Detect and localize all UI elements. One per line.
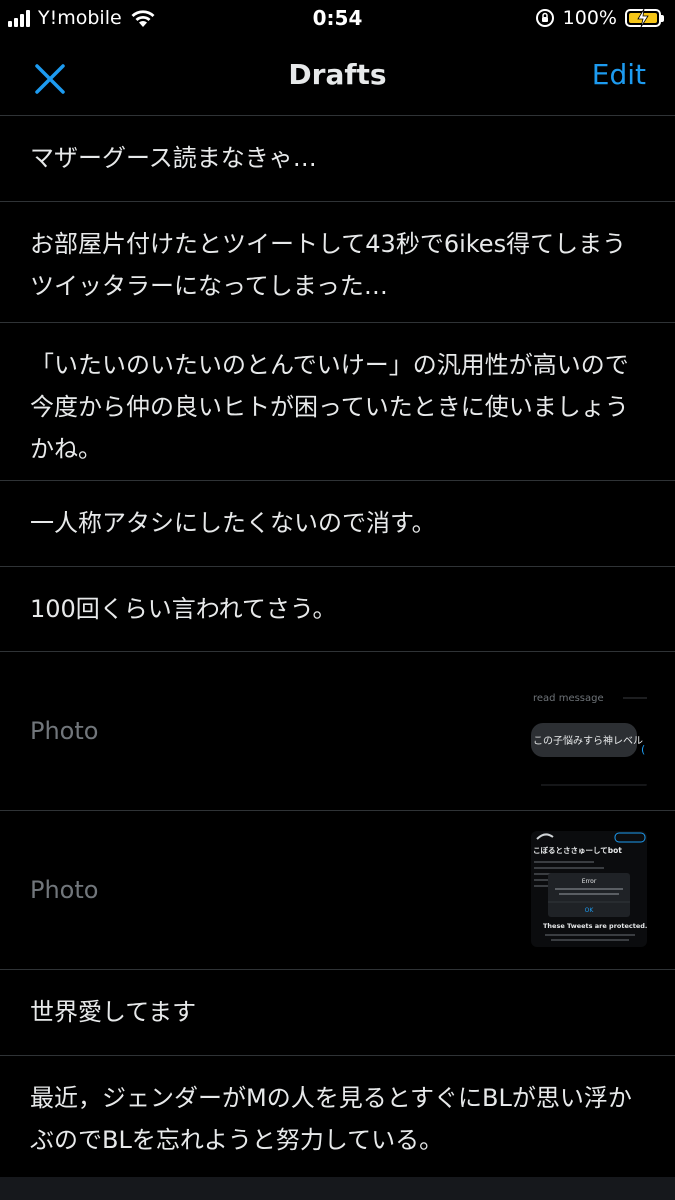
draft-text: 一人称アタシにしたくないので消す。 [30, 509, 436, 537]
draft-item-photo[interactable]: Photo read message この子悩みすら神レベル ( [0, 652, 675, 811]
draft-text: 100回くらい言われてさう。 [30, 595, 337, 623]
thumb-ok-text: OK [585, 907, 595, 914]
thumb-header-text: read message [533, 693, 604, 704]
draft-item[interactable]: 「いたいのいたいのとんでいけー」の汎用性が高いので今度から仲の良いヒトが困ってい… [0, 323, 675, 481]
bottom-strip [0, 1177, 675, 1200]
orientation-lock-icon [535, 9, 554, 27]
draft-item[interactable]: マザーグース読まなきゃ… [0, 116, 675, 202]
draft-item[interactable]: 一人称アタシにしたくないので消す。 [0, 481, 675, 567]
thumb-error-title: Error [582, 878, 597, 885]
svg-text:(: ( [641, 743, 645, 756]
nav-bar: Drafts Edit [0, 38, 675, 116]
draft-text: マザーグース読まなきゃ… [30, 144, 317, 172]
message-screenshot-image: read message この子悩みすら神レベル ( [531, 673, 647, 789]
draft-item-photo[interactable]: Photo こぼるとささゅーしてbot Error OK These Tweet… [0, 811, 675, 970]
draft-item[interactable]: 世界愛してます [0, 970, 675, 1056]
photo-label: Photo [30, 876, 99, 904]
photo-thumbnail: こぼるとささゅーしてbot Error OK These Tweets are … [531, 831, 647, 947]
draft-text: 世界愛してます [30, 998, 197, 1026]
profile-screenshot-image: こぼるとささゅーしてbot Error OK These Tweets are … [531, 831, 647, 947]
thumb-bubble-text: この子悩みすら神レベル [533, 734, 643, 747]
draft-item[interactable]: 100回くらい言われてさう。 [0, 567, 675, 652]
draft-item[interactable]: お部屋片付けたとツイートして43秒で6ikes得てしまうツイッタラーになってしま… [0, 202, 675, 323]
status-bar: Y!mobile 0:54 100% [0, 0, 675, 38]
photo-thumbnail: read message この子悩みすら神レベル ( [531, 673, 647, 789]
battery-icon [625, 9, 664, 27]
charging-bolt-icon [637, 9, 649, 27]
thumb-title-text: こぼるとささゅーしてbot [533, 845, 622, 855]
edit-button[interactable]: Edit [592, 58, 646, 91]
draft-text: お部屋片付けたとツイートして43秒で6ikes得てしまうツイッタラーになってしま… [30, 230, 627, 300]
thumb-protected-text: These Tweets are protected. [543, 922, 647, 930]
draft-text: 「いたいのいたいのとんでいけー」の汎用性が高いので今度から仲の良いヒトが困ってい… [30, 351, 629, 463]
draft-item[interactable]: 最近，ジェンダーがMの人を見るとすぐにBLが思い浮かぶのでBLを忘れようと努力し… [0, 1056, 675, 1178]
page-title: Drafts [288, 58, 387, 91]
photo-label: Photo [30, 717, 99, 745]
draft-text: 最近，ジェンダーがMの人を見るとすぐにBLが思い浮かぶのでBLを忘れようと努力し… [30, 1084, 632, 1154]
drafts-list: マザーグース読まなきゃ… お部屋片付けたとツイートして43秒で6ikes得てしま… [0, 116, 675, 1178]
battery-percent: 100% [562, 7, 617, 29]
status-right: 100% [535, 7, 664, 29]
